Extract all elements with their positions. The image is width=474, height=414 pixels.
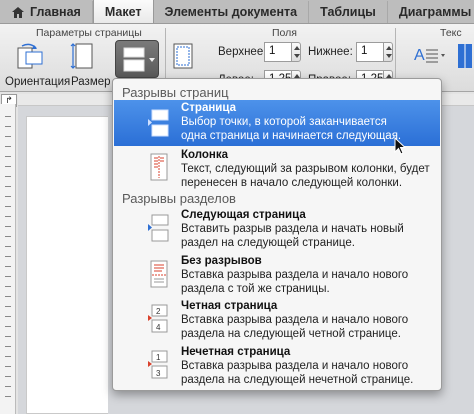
ruler-tick xyxy=(5,136,11,137)
ruler-tick xyxy=(5,286,11,287)
ruler-tick xyxy=(5,116,11,117)
orientation-icon[interactable] xyxy=(16,42,46,77)
tab-tables[interactable]: Таблицы xyxy=(309,1,388,23)
menu-item-description: Вставить разрыв раздела и начать новый xyxy=(181,223,404,235)
menu-item-description: Вставка разрыва раздела и начало нового xyxy=(181,360,409,372)
ruler-tick xyxy=(5,396,11,397)
ruler-tick xyxy=(5,226,11,227)
menu-item-title: Нечетная страница xyxy=(181,346,291,358)
ruler-tick xyxy=(5,176,11,177)
menu-item-title: Без разрывов xyxy=(181,255,262,267)
menu-item-description: раздела с той же страницы. xyxy=(181,283,330,295)
ruler-tick xyxy=(5,256,11,257)
page-break-icon xyxy=(148,109,170,137)
ruler-tick xyxy=(5,376,11,377)
ruler-tick xyxy=(5,266,11,267)
next-page-section-icon xyxy=(148,214,170,242)
menu-item-description: Вставка разрыва раздела и начало нового xyxy=(181,314,409,326)
ruler-tick xyxy=(5,276,11,277)
svg-text:2: 2 xyxy=(156,307,161,316)
ruler-tick xyxy=(5,206,11,207)
menu-item-next-page-section[interactable]: Следующая страница Вставить разрыв разде… xyxy=(114,207,440,251)
even-page-section-icon: 2 4 xyxy=(148,304,170,333)
ruler-tick xyxy=(5,146,11,147)
mouse-pointer-icon xyxy=(394,136,407,160)
bottom-margin-field[interactable]: 1 xyxy=(356,42,384,62)
ruler-tick xyxy=(5,246,11,247)
ruler-tick xyxy=(5,156,11,157)
bottom-margin-stepper[interactable] xyxy=(383,42,393,62)
svg-text:A: A xyxy=(414,47,425,64)
vertical-ruler xyxy=(0,104,16,414)
menu-item-title: Страница xyxy=(181,102,236,114)
odd-page-section-icon: 1 3 xyxy=(148,350,170,379)
top-margin-label: Верхнее: xyxy=(218,46,267,58)
menu-item-description: Выбор точки, в которой заканчивается xyxy=(181,116,387,128)
menu-item-description: Текст, следующий за разрывом колонки, бу… xyxy=(181,163,430,175)
menu-item-even-page-section[interactable]: 2 4 Четная страница Вставка разрыва разд… xyxy=(114,298,440,342)
ruler-tick xyxy=(5,196,11,197)
ruler-tick xyxy=(5,166,11,167)
top-margin-field[interactable]: 1 xyxy=(264,42,292,62)
column-break-icon xyxy=(148,153,170,181)
columns-icon[interactable] xyxy=(458,42,474,77)
tab-home[interactable]: Главная xyxy=(4,1,93,23)
menu-item-description: Вставка разрыва раздела и начало нового xyxy=(181,269,409,281)
menu-item-page-break[interactable]: Страница Выбор точки, в которой заканчив… xyxy=(114,100,440,146)
text-direction-icon[interactable]: A xyxy=(412,42,446,77)
size-button[interactable]: Размер xyxy=(71,76,111,88)
section-breaks-header: Разрывы разделов xyxy=(122,191,236,206)
menu-item-description: раздела на следующей нечетной странице. xyxy=(181,374,414,386)
document-page[interactable] xyxy=(26,116,108,414)
ruler-tick xyxy=(5,186,11,187)
home-icon xyxy=(12,6,24,18)
margins-group-title: Поля xyxy=(272,27,297,39)
page-setup-group-title: Параметры страницы xyxy=(36,27,142,39)
ruler-tick xyxy=(5,356,11,357)
ruler-tick xyxy=(5,296,11,297)
breaks-button[interactable] xyxy=(115,40,159,78)
menu-item-title: Следующая страница xyxy=(181,209,306,221)
menu-item-continuous-section[interactable]: Без разрывов Вставка разрыва раздела и н… xyxy=(114,253,440,297)
tab-home-label: Главная xyxy=(30,5,81,19)
menu-item-title: Колонка xyxy=(181,149,229,161)
ruler-tick xyxy=(5,236,11,237)
breaks-menu: Разрывы страниц Страница Выбор точки, в … xyxy=(112,78,442,391)
ruler-tick xyxy=(5,216,11,217)
svg-text:4: 4 xyxy=(156,323,161,332)
ruler-tick xyxy=(5,306,11,307)
continuous-section-icon xyxy=(148,260,170,288)
tab-layout[interactable]: Макет xyxy=(92,0,154,23)
ruler-tick xyxy=(5,326,11,327)
menu-item-odd-page-section[interactable]: 1 3 Нечетная страница Вставка разрыва ра… xyxy=(114,344,440,388)
page-breaks-header: Разрывы страниц xyxy=(122,85,229,100)
menu-item-description: раздел на следующей странице. xyxy=(181,237,355,249)
text-group-title: Текс xyxy=(440,27,462,39)
breaks-icon xyxy=(123,47,155,72)
svg-text:1: 1 xyxy=(156,353,161,362)
orientation-button[interactable]: Ориентация xyxy=(5,76,70,88)
svg-text:3: 3 xyxy=(156,369,161,378)
ruler-tick xyxy=(5,316,11,317)
ruler-tick xyxy=(5,386,11,387)
menu-item-description: перенесен в начало следующей колонки. xyxy=(181,177,403,189)
top-margin-stepper[interactable] xyxy=(291,42,301,62)
ruler-tick xyxy=(5,126,11,127)
margins-icon[interactable] xyxy=(172,42,196,77)
tab-charts[interactable]: Диаграммы xyxy=(388,1,474,23)
menu-item-description: раздела на следующей четной странице. xyxy=(181,328,401,340)
page-size-icon[interactable] xyxy=(70,42,98,77)
ribbon-tabs: Главная Макет Элементы документа Таблицы… xyxy=(0,0,474,24)
menu-item-column-break[interactable]: Колонка Текст, следующий за разрывом кол… xyxy=(114,147,440,191)
menu-item-description: одна страница и начинается следующая. xyxy=(181,130,402,142)
ruler-tick xyxy=(5,336,11,337)
bottom-margin-label: Нижнее: xyxy=(308,46,353,58)
tab-document-elements[interactable]: Элементы документа xyxy=(154,1,310,23)
ruler-tick xyxy=(5,366,11,367)
menu-item-title: Четная страница xyxy=(181,300,278,312)
ruler-tick xyxy=(5,346,11,347)
